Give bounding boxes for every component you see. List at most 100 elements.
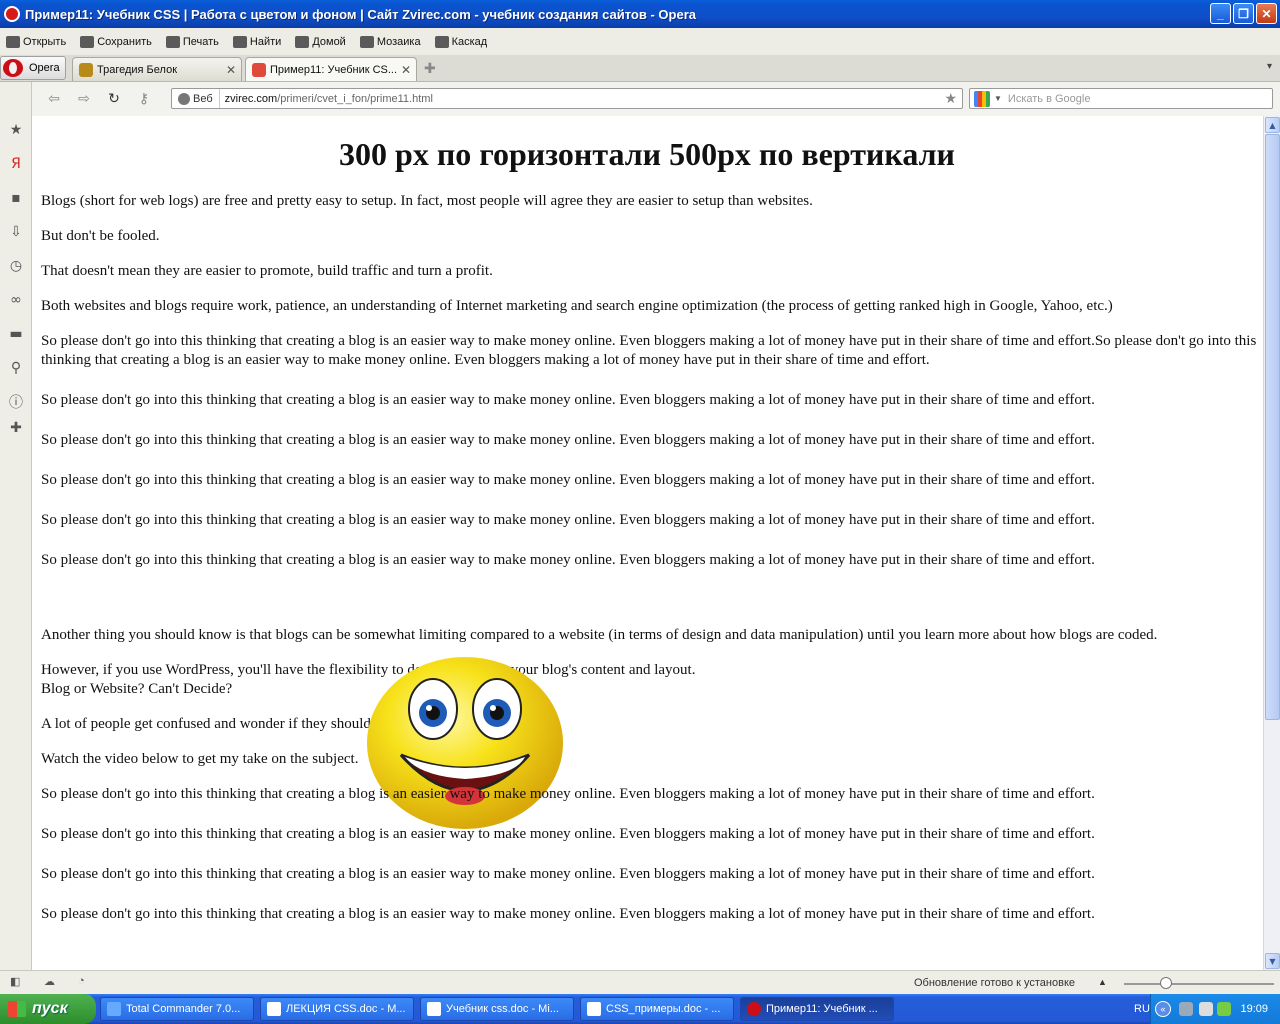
paragraph: So please don't go into this thinking th…	[41, 512, 1095, 528]
paragraph: A lot of people get confused and wonder …	[41, 716, 558, 732]
task-label: ЛЕКЦИЯ CSS.doc - M...	[286, 1003, 406, 1015]
search-placeholder: Искать в Google	[1007, 92, 1091, 105]
cloud-icon[interactable]: ☁	[44, 975, 55, 988]
squirrel-favicon-icon	[79, 62, 93, 77]
home-button[interactable]: Домой	[295, 35, 346, 48]
windows-icon[interactable]: ▬	[8, 326, 24, 342]
opera-app-icon	[4, 6, 20, 22]
scroll-down-icon[interactable]: ▼	[1265, 953, 1280, 969]
minimize-button[interactable]: _	[1210, 3, 1231, 24]
site-favicon-icon	[252, 62, 266, 77]
tile-button[interactable]: Мозаика	[359, 35, 421, 48]
tray-expand-icon[interactable]: «	[1155, 1001, 1171, 1017]
wand-key-icon[interactable]: ⚷	[136, 91, 152, 107]
page-heading: 300 px по горизонтали 500px по вертикали	[339, 136, 955, 172]
links-icon[interactable]: ∞	[8, 292, 24, 308]
antivirus-icon[interactable]	[1217, 1002, 1231, 1016]
tab-primer11[interactable]: Пример11: Учебник CS... ✕	[245, 57, 417, 81]
find-label: Найти	[249, 35, 282, 48]
windows-logo-icon	[8, 1001, 26, 1017]
tab-label: Пример11: Учебник CS...	[270, 63, 398, 76]
task-label: CSS_примеры.doc - ...	[606, 1003, 721, 1015]
tab-close-icon[interactable]: ✕	[226, 63, 236, 77]
taskbar-item-lekciya[interactable]: ЛЕКЦИЯ CSS.doc - M...	[260, 997, 414, 1021]
paragraph: That doesn't mean they are easier to pro…	[41, 263, 493, 279]
network-icon[interactable]	[1179, 1002, 1193, 1016]
tile-label: Мозаика	[376, 35, 421, 48]
back-icon[interactable]: ⇦	[46, 91, 62, 107]
volume-icon[interactable]	[1199, 1002, 1213, 1016]
open-button[interactable]: Открыть	[6, 35, 66, 48]
opera-menu-button[interactable]: Opera	[0, 56, 66, 80]
zoom-menu-icon[interactable]: ▲	[1098, 977, 1107, 987]
start-label: пуск	[32, 1000, 68, 1017]
maximize-button[interactable]: ❐	[1233, 3, 1254, 24]
url-text[interactable]: zvirec.com/primeri/cvet_i_fon/prime11.ht…	[220, 93, 433, 105]
main-toolbar: Открыть Сохранить Печать Найти Домой Моз…	[0, 28, 1280, 55]
tab-menu-icon[interactable]: ▾	[1267, 61, 1272, 72]
speed-dial-icon[interactable]: ◔	[78, 975, 85, 987]
paragraph: So please don't go into this thinking th…	[41, 432, 1095, 448]
google-icon[interactable]	[974, 90, 990, 107]
home-label: Домой	[312, 35, 346, 48]
new-tab-icon[interactable]: ✚	[424, 61, 436, 77]
paragraph: Both websites and blogs require work, pa…	[41, 298, 1113, 314]
folder-open-icon	[6, 35, 20, 48]
web-badge-label: Веб	[193, 92, 213, 105]
taskbar-item-css-primery[interactable]: CSS_примеры.doc - ...	[580, 997, 734, 1021]
zoom-slider[interactable]	[1124, 983, 1274, 985]
history-clock-icon[interactable]: ◷	[8, 258, 24, 274]
scroll-thumb[interactable]	[1265, 134, 1280, 720]
paragraph: Blogs (short for web logs) are free and …	[41, 193, 813, 209]
find-icon	[232, 35, 247, 48]
find-button[interactable]: Найти	[232, 35, 282, 48]
window-titlebar[interactable]: Пример11: Учебник CSS | Работа с цветом …	[0, 0, 1280, 28]
tab-close-icon[interactable]: ✕	[401, 63, 411, 77]
bookmark-star-icon[interactable]: ★	[944, 90, 957, 107]
save-button[interactable]: Сохранить	[80, 35, 152, 48]
yandex-icon[interactable]: Я	[8, 156, 24, 172]
close-button[interactable]: ✕	[1256, 3, 1277, 24]
downloads-icon[interactable]: ⇩	[8, 224, 24, 240]
paragraph: So please don't go into this thinking th…	[41, 472, 1095, 488]
print-label: Печать	[182, 35, 219, 48]
zoom-slider-knob[interactable]	[1160, 977, 1172, 989]
search-icon[interactable]: ⚲	[8, 360, 24, 376]
word-doc-icon	[267, 1002, 281, 1016]
address-field[interactable]: Веб zvirec.com/primeri/cvet_i_fon/prime1…	[171, 88, 963, 109]
taskbar-item-total-commander[interactable]: Total Commander 7.0...	[100, 997, 254, 1021]
word-doc-icon	[427, 1002, 441, 1016]
add-panel-icon[interactable]: ✚	[8, 420, 24, 436]
bookmarks-star-icon[interactable]: ★	[8, 122, 24, 138]
paragraph: So please don't go into this thinking th…	[41, 866, 1095, 882]
total-commander-icon	[107, 1002, 121, 1016]
print-button[interactable]: Печать	[165, 35, 219, 48]
globe-icon	[178, 92, 190, 105]
clock[interactable]: 19:09	[1240, 1003, 1268, 1015]
paragraph: Another thing you should know is that bl…	[41, 627, 1158, 643]
language-indicator[interactable]: RU	[1134, 1003, 1150, 1015]
update-status-text[interactable]: Обновление готово к установке	[914, 977, 1075, 989]
task-label: Учебник css.doc - Mi...	[446, 1003, 559, 1015]
taskbar-item-uchebnik[interactable]: Учебник css.doc - Mi...	[420, 997, 574, 1021]
reload-icon[interactable]: ↻	[106, 91, 122, 107]
page-content: 300 px по горизонтали 500px по вертикали…	[33, 116, 1263, 970]
panel-toggle-icon[interactable]: ◧	[10, 975, 20, 988]
notes-icon[interactable]: ▪	[8, 190, 24, 206]
info-icon[interactable]: ⓘ	[8, 394, 24, 411]
tab-tragediya-belok[interactable]: Трагедия Белок ✕	[72, 57, 242, 81]
web-badge[interactable]: Веб	[172, 89, 220, 108]
vertical-scrollbar[interactable]: ▲ ▼	[1263, 116, 1280, 970]
opera-icon	[747, 1002, 761, 1016]
url-host: zvirec.com	[224, 92, 278, 105]
search-field[interactable]: ▼ Искать в Google	[969, 88, 1273, 109]
scroll-up-icon[interactable]: ▲	[1265, 117, 1280, 133]
start-button[interactable]: пуск	[0, 994, 96, 1024]
taskbar-item-opera[interactable]: Пример11: Учебник ...	[740, 997, 894, 1021]
forward-icon[interactable]: ⇨	[76, 91, 92, 107]
search-engine-dropdown-icon[interactable]: ▼	[994, 94, 1002, 103]
windows-taskbar: пуск Total Commander 7.0... ЛЕКЦИЯ CSS.d…	[0, 994, 1280, 1024]
paragraph: Watch the video below to get my take on …	[41, 751, 359, 767]
cascade-button[interactable]: Каскад	[434, 35, 487, 48]
window-title: Пример11: Учебник CSS | Работа с цветом …	[25, 6, 696, 22]
